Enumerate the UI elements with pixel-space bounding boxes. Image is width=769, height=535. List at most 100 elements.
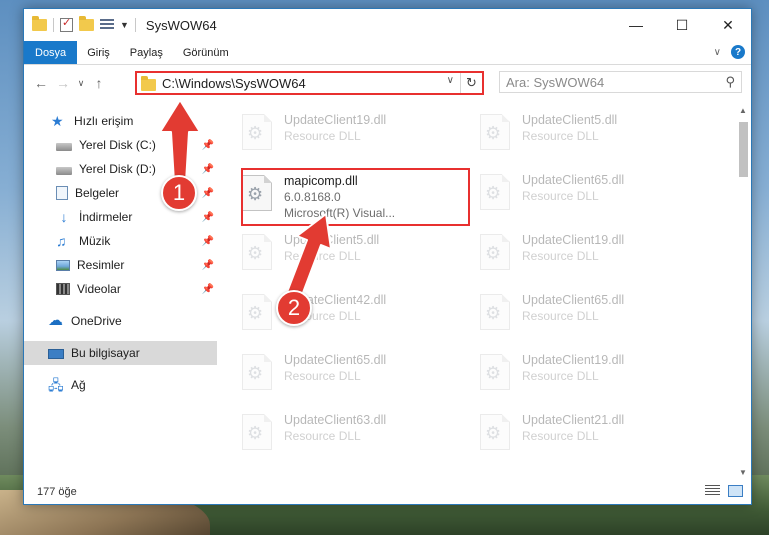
file-type: Resource DLL bbox=[284, 369, 361, 383]
folder-icon bbox=[32, 16, 47, 31]
file-item[interactable]: ⚙ UpdateClient63.dll Resource DLL bbox=[224, 408, 446, 464]
toolbar-separator bbox=[53, 18, 54, 32]
search-box[interactable]: Ara: SysWOW64 ⚲ bbox=[499, 71, 742, 93]
sidebar-item-this-pc[interactable]: Bu bilgisayar bbox=[24, 341, 217, 365]
folder-icon bbox=[141, 75, 156, 91]
music-icon: ♫ bbox=[56, 233, 67, 249]
file-name: UpdateClient19.dll bbox=[284, 113, 387, 127]
tab-home[interactable]: Giriş bbox=[77, 41, 120, 64]
navigation-pane: ★ Hızlı erişim Yerel Disk (C:) 📌 Yerel D… bbox=[24, 102, 217, 480]
vertical-scrollbar[interactable]: ▲ ▼ bbox=[735, 102, 751, 480]
computer-icon bbox=[48, 348, 64, 359]
file-item[interactable]: ⚙ UpdateClient19.dll Resource DLL bbox=[462, 348, 684, 404]
dll-file-icon: ⚙ bbox=[242, 414, 272, 450]
expand-ribbon-chevron-icon[interactable]: ∨ bbox=[714, 47, 721, 58]
sidebar-item-label: Belgeler bbox=[75, 186, 120, 200]
quick-access-toolbar: ▼ bbox=[24, 16, 136, 32]
tab-share[interactable]: Paylaş bbox=[120, 41, 173, 64]
file-name: UpdateClient5.dll bbox=[522, 113, 618, 127]
navigation-bar: ← → ∨ ↑ C:\Windows\SysWOW64 ∨ ↻ Ara: Sys… bbox=[24, 65, 751, 101]
view-options-icon[interactable] bbox=[100, 19, 114, 31]
video-icon bbox=[56, 283, 70, 295]
details-view-icon[interactable] bbox=[705, 485, 720, 497]
close-button[interactable]: ✕ bbox=[705, 9, 751, 41]
file-item[interactable]: ⚙ UpdateClient19.dll Resource DLL bbox=[462, 228, 684, 284]
sidebar-item-label: Ağ bbox=[71, 378, 86, 392]
file-name: UpdateClient65.dll bbox=[522, 173, 625, 187]
dll-file-icon: ⚙ bbox=[480, 354, 510, 390]
pin-icon[interactable]: 📌 bbox=[202, 212, 214, 223]
file-name: UpdateClient63.dll bbox=[284, 413, 387, 427]
file-name: UpdateClient65.dll bbox=[522, 293, 625, 307]
new-folder-icon[interactable] bbox=[79, 16, 94, 31]
file-item[interactable]: ⚙ UpdateClient42.dll Resource DLL bbox=[224, 288, 446, 344]
file-name: UpdateClient5.dll bbox=[284, 233, 380, 247]
tab-view[interactable]: Görünüm bbox=[173, 41, 239, 64]
pin-icon[interactable]: 📌 bbox=[202, 188, 214, 199]
star-icon: ★ bbox=[51, 113, 64, 129]
file-item[interactable]: ⚙ UpdateClient5.dll Resource DLL bbox=[224, 228, 446, 284]
recent-locations-chevron-icon[interactable]: ∨ bbox=[74, 78, 88, 89]
file-name: UpdateClient19.dll bbox=[522, 353, 625, 367]
pictures-icon bbox=[56, 260, 70, 271]
sidebar-item-network[interactable]: 🖧 Ağ bbox=[24, 373, 217, 397]
file-item[interactable]: ⚙ UpdateClient65.dll Resource DLL bbox=[224, 348, 446, 404]
address-dropdown-chevron-icon[interactable]: ∨ bbox=[447, 75, 454, 86]
item-count: 177 öğe bbox=[37, 486, 77, 498]
pin-icon[interactable]: 📌 bbox=[202, 140, 214, 151]
sidebar-item-onedrive[interactable]: ☁ OneDrive bbox=[24, 309, 217, 333]
sidebar-item-local-disk-c[interactable]: Yerel Disk (C:) 📌 bbox=[24, 133, 217, 157]
large-icons-view-icon[interactable] bbox=[728, 485, 743, 497]
pin-icon[interactable]: 📌 bbox=[202, 164, 214, 175]
scroll-down-arrow-icon[interactable]: ▼ bbox=[735, 464, 751, 480]
file-name: UpdateClient21.dll bbox=[522, 413, 625, 427]
file-name: UpdateClient65.dll bbox=[284, 353, 387, 367]
tab-file[interactable]: Dosya bbox=[24, 41, 78, 64]
search-icon[interactable]: ⚲ bbox=[725, 74, 735, 90]
dll-file-icon: ⚙ bbox=[480, 414, 510, 450]
sidebar-item-label: Yerel Disk (C:) bbox=[79, 138, 156, 152]
file-type: Resource DLL bbox=[284, 249, 361, 263]
minimize-button[interactable]: — bbox=[613, 9, 659, 41]
refresh-icon[interactable]: ↻ bbox=[460, 73, 482, 93]
sidebar-item-videos[interactable]: Videolar 📌 bbox=[24, 277, 217, 301]
file-item[interactable]: ⚙ UpdateClient21.dll Resource DLL bbox=[462, 408, 684, 464]
dll-file-icon: ⚙ bbox=[242, 114, 272, 150]
explorer-window: ▼ SysWOW64 — ☐ ✕ Dosya Giriş Paylaş Görü… bbox=[23, 8, 752, 505]
file-item[interactable]: ⚙ UpdateClient65.dll Resource DLL bbox=[462, 168, 684, 224]
sidebar-item-pictures[interactable]: Resimler 📌 bbox=[24, 253, 217, 277]
sidebar-item-downloads[interactable]: ↓ İndirmeler 📌 bbox=[24, 205, 217, 229]
customize-toolbar-arrow-icon[interactable]: ▼ bbox=[120, 20, 129, 30]
pin-icon[interactable]: 📌 bbox=[202, 236, 214, 247]
search-placeholder[interactable]: Ara: SysWOW64 bbox=[506, 75, 604, 90]
address-bar[interactable]: C:\Windows\SysWOW64 ∨ ↻ bbox=[135, 71, 484, 95]
sidebar-item-label: OneDrive bbox=[71, 314, 122, 328]
sidebar-item-quick-access[interactable]: ★ Hızlı erişim bbox=[24, 109, 217, 133]
file-type: Resource DLL bbox=[522, 309, 599, 323]
sidebar-item-label: İndirmeler bbox=[79, 210, 133, 224]
sidebar-item-label: Yerel Disk (D:) bbox=[79, 162, 156, 176]
title-bar: ▼ SysWOW64 — ☐ ✕ bbox=[24, 9, 751, 41]
file-item[interactable]: ⚙ UpdateClient65.dll Resource DLL bbox=[462, 288, 684, 344]
help-icon[interactable]: ? bbox=[731, 45, 745, 59]
forward-arrow-icon[interactable]: → bbox=[52, 75, 74, 91]
file-item[interactable]: ⚙ UpdateClient5.dll Resource DLL bbox=[462, 108, 684, 164]
scrollbar-thumb[interactable] bbox=[739, 122, 748, 177]
address-path[interactable]: C:\Windows\SysWOW64 bbox=[162, 76, 306, 91]
back-arrow-icon[interactable]: ← bbox=[30, 75, 52, 91]
pin-icon[interactable]: 📌 bbox=[202, 260, 214, 271]
properties-icon[interactable] bbox=[60, 16, 73, 32]
file-name: UpdateClient19.dll bbox=[522, 233, 625, 247]
sidebar-item-label: Hızlı erişim bbox=[74, 114, 134, 128]
document-icon bbox=[56, 186, 68, 200]
file-item[interactable]: ⚙ UpdateClient19.dll Resource DLL bbox=[224, 108, 446, 164]
file-type: Resource DLL bbox=[522, 189, 599, 203]
maximize-button[interactable]: ☐ bbox=[659, 9, 705, 41]
scroll-up-arrow-icon[interactable]: ▲ bbox=[735, 102, 751, 118]
pin-icon[interactable]: 📌 bbox=[202, 284, 214, 295]
sidebar-item-music[interactable]: ♫ Müzik 📌 bbox=[24, 229, 217, 253]
file-type: Resource DLL bbox=[522, 249, 599, 263]
up-arrow-icon[interactable]: ↑ bbox=[88, 75, 110, 91]
sidebar-item-label: Bu bilgisayar bbox=[71, 346, 140, 360]
file-type: Resource DLL bbox=[522, 369, 599, 383]
